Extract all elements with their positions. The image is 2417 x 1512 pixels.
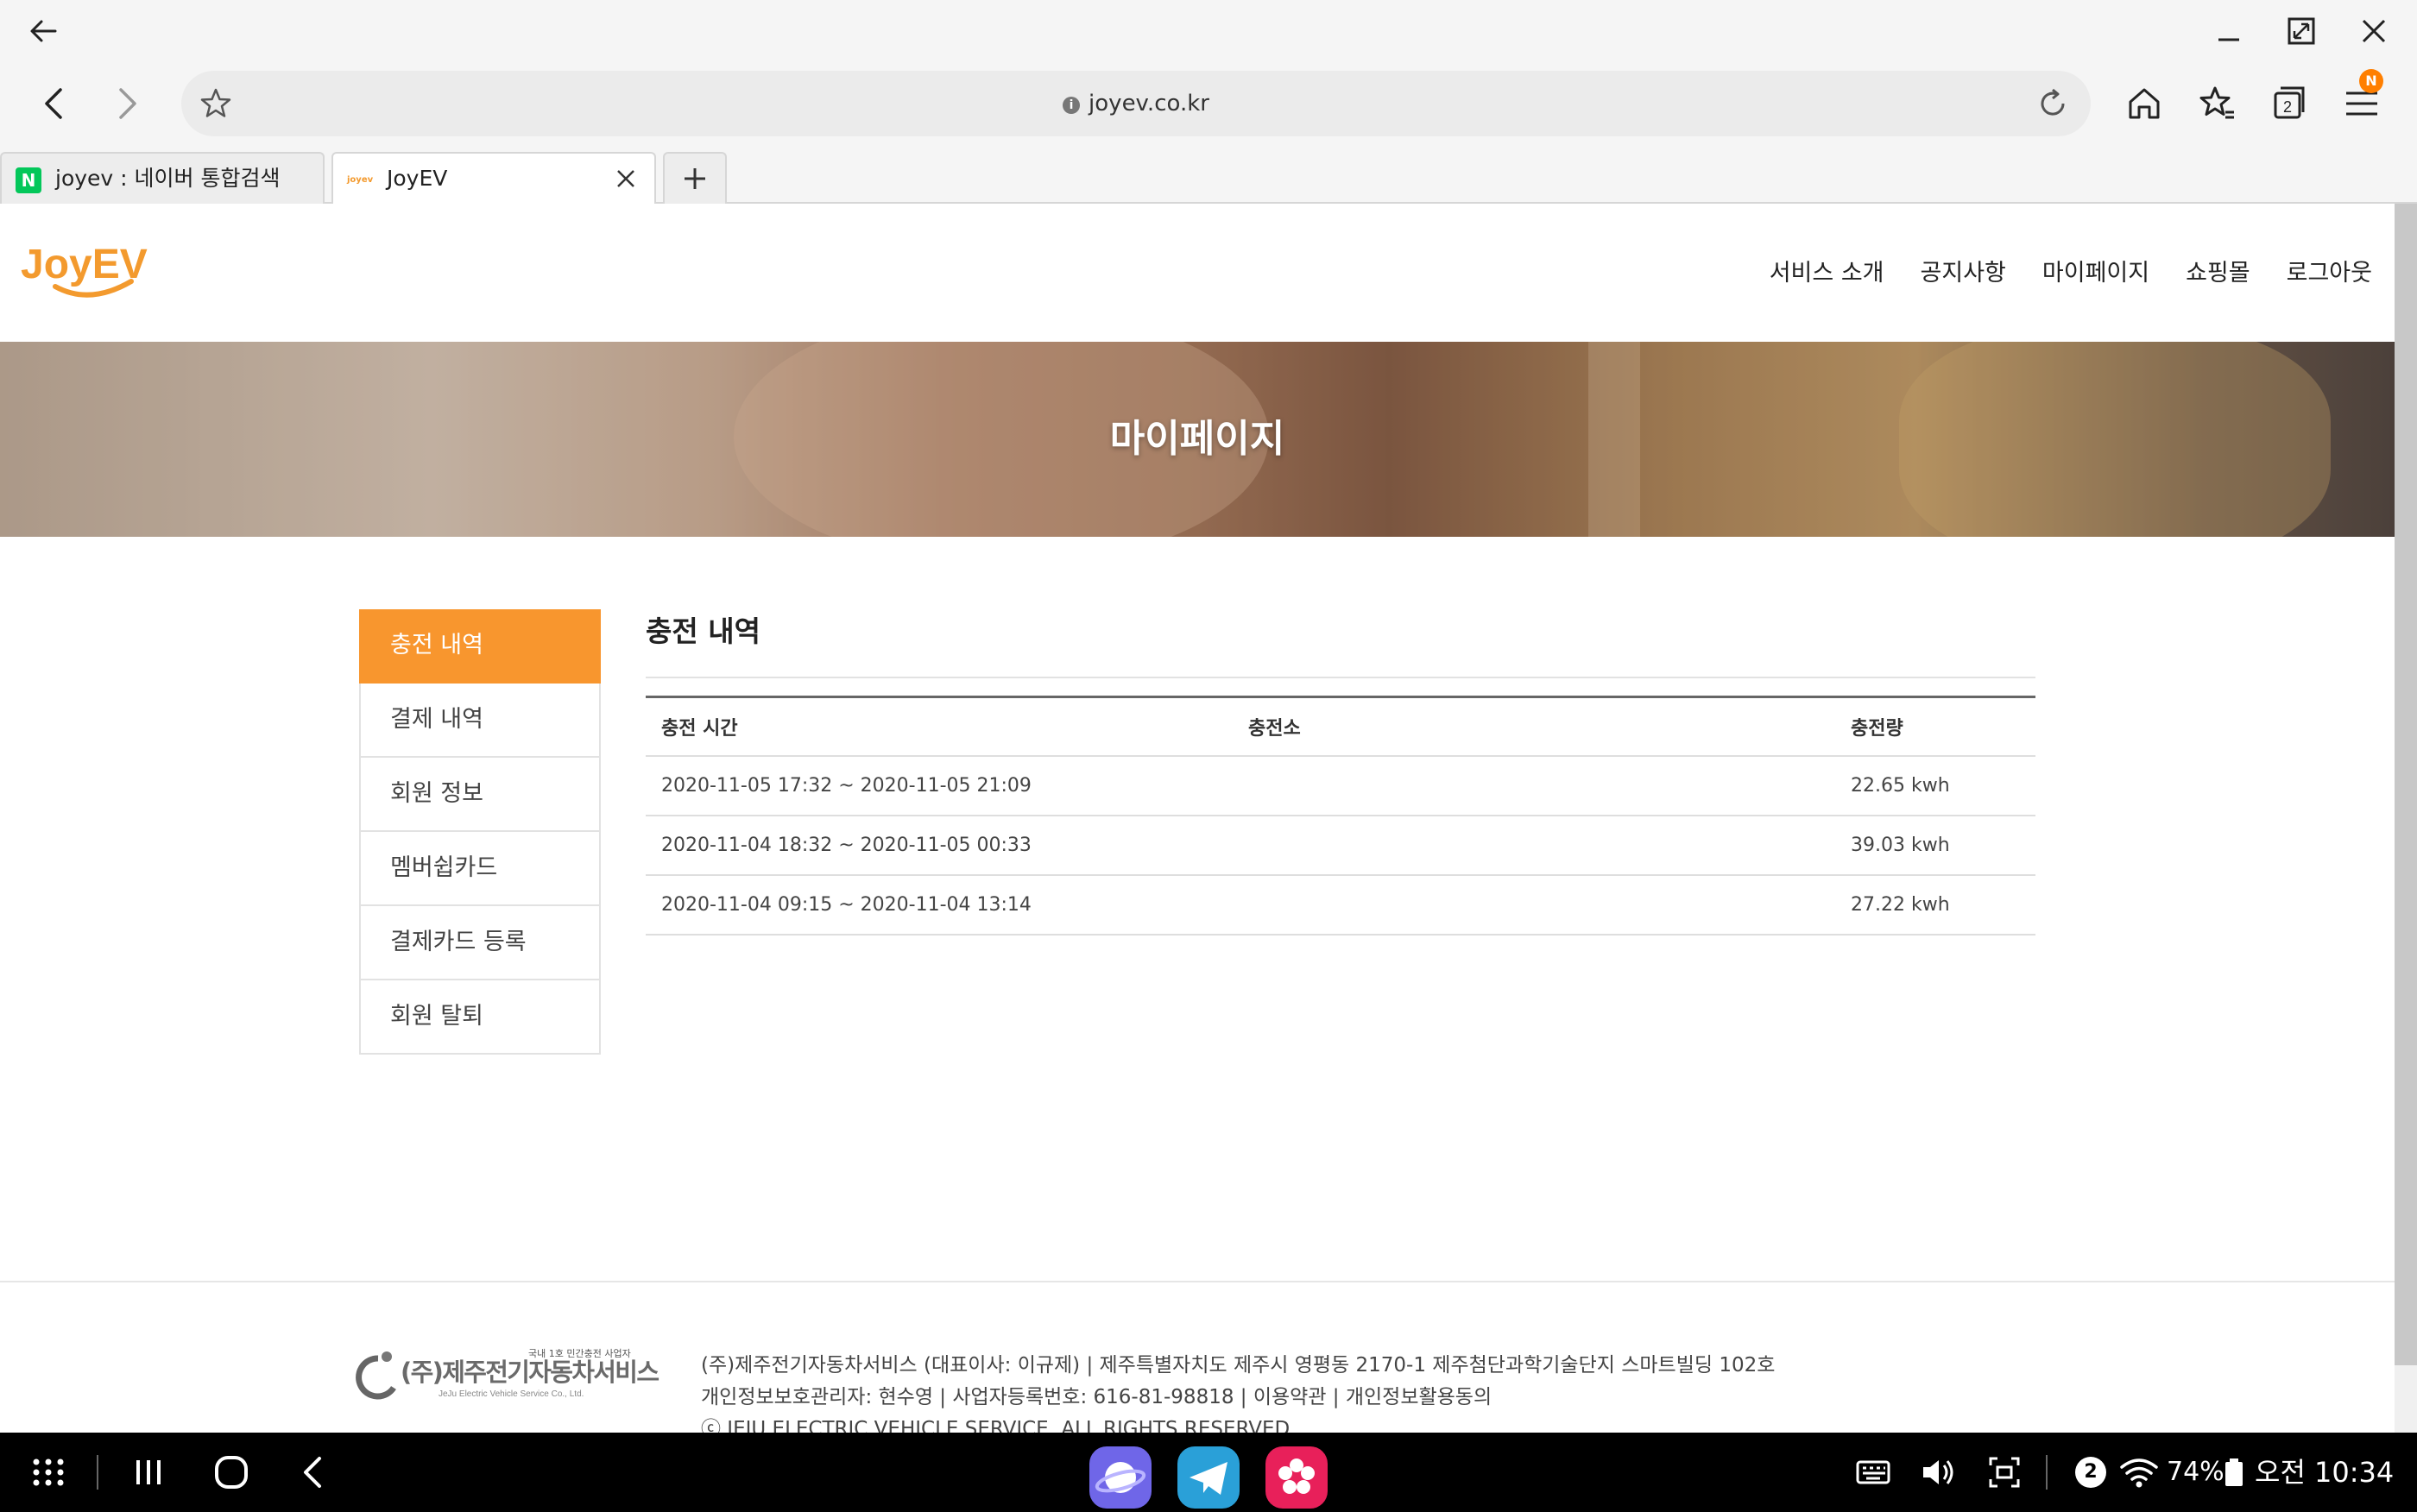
tabs-icon: 2 — [2274, 86, 2305, 119]
tab-label: joyev : 네이버 통합검색 — [55, 166, 281, 191]
site-header: JoyEV 서비스 소개 공지사항 마이페이지 쇼핑몰 로그아웃 — [0, 204, 2395, 342]
site-info-icon[interactable]: i — [1063, 97, 1081, 114]
table-row: 2020-11-05 17:32 ~ 2020-11-05 21:09 22.6… — [646, 755, 2035, 816]
reload-icon[interactable] — [2034, 85, 2072, 123]
back-icon[interactable] — [292, 1450, 337, 1495]
nav-back-icon[interactable] — [31, 79, 79, 128]
charging-history-section: 충전 내역 충전 시간 충전소 충전량 2020-11-05 17:32 ~ 2… — [646, 609, 2035, 936]
footer-info: (주)제주전기자동차서비스 (대표이사: 이규제) | 제주특별자치도 제주시 … — [701, 1350, 1775, 1433]
samsung-internet-app[interactable] — [1089, 1446, 1152, 1509]
blossom-app[interactable] — [1265, 1446, 1328, 1509]
cell-station — [1233, 755, 1835, 816]
joyev-favicon-icon: joyev — [347, 175, 374, 185]
nav-forward-icon[interactable] — [102, 79, 150, 128]
system-navigation-bar: 2 74% 오전 10:34 — [0, 1433, 2417, 1512]
main-nav: 서비스 소개 공지사항 마이페이지 쇼핑몰 로그아웃 — [1770, 254, 2372, 287]
restore-window-icon[interactable] — [2282, 12, 2320, 50]
footer-company-line: (주)제주전기자동차서비스 (대표이사: 이규제) | 제주특별자치도 제주시 … — [701, 1354, 1776, 1377]
paper-plane-icon — [1190, 1462, 1227, 1495]
minimize-icon[interactable] — [2210, 12, 2248, 50]
side-item-withdraw[interactable]: 회원 탈퇴 — [359, 980, 601, 1055]
nav-service-intro[interactable]: 서비스 소개 — [1770, 254, 1884, 287]
side-item-charging-history[interactable]: 충전 내역 — [359, 609, 601, 684]
url-text-wrap[interactable]: i joyev.co.kr — [181, 71, 2091, 136]
column-header-amount: 충전량 — [1835, 696, 2035, 757]
hero-title: 마이페이지 — [1109, 417, 1285, 461]
notification-badge: N — [2359, 69, 2383, 93]
cell-amount: 27.22 kwh — [1835, 874, 2035, 936]
tab-naver-search[interactable]: N joyev : 네이버 통합검색 — [0, 152, 325, 204]
nav-mypage[interactable]: 마이페이지 — [2042, 254, 2149, 287]
address-toolbar: i joyev.co.kr 2 — [0, 60, 2417, 147]
logo-main-text: (주)제주전기자동차서비스 — [401, 1358, 659, 1387]
close-window-icon[interactable] — [2355, 12, 2393, 50]
joyev-logo[interactable]: JoyEV — [21, 238, 159, 307]
nav-logout[interactable]: 로그아웃 — [2287, 254, 2372, 287]
cell-time: 2020-11-04 18:32 ~ 2020-11-05 00:33 — [646, 815, 1233, 876]
bookmarks-icon[interactable] — [2193, 79, 2241, 128]
side-item-register-payment-card[interactable]: 결제카드 등록 — [359, 906, 601, 980]
logo-sub-text: JeJu Electric Vehicle Service Co., Ltd. — [439, 1389, 584, 1399]
nav-shopping-mall[interactable]: 쇼핑몰 — [2186, 254, 2250, 287]
naver-favicon-icon: N — [16, 167, 41, 193]
table-header-row: 충전 시간 충전소 충전량 — [646, 696, 2035, 757]
home-page-icon[interactable] — [2120, 79, 2168, 128]
tab-label: JoyEV — [387, 166, 448, 191]
notification-count-badge[interactable]: 2 — [2075, 1457, 2106, 1488]
tab-count: 2 — [2283, 98, 2292, 116]
footer-copyright: ⓒ JEJU ELECTRIC VEHICLE SERVICE. ALL RIG… — [701, 1418, 1297, 1433]
flower-icon — [1278, 1458, 1315, 1494]
plus-icon — [685, 168, 705, 189]
hero-banner: 마이페이지 — [0, 342, 2395, 537]
new-tab-button[interactable] — [663, 152, 727, 204]
recents-icon[interactable] — [126, 1450, 171, 1495]
home-icon[interactable] — [209, 1450, 254, 1495]
browser-title-bar — [0, 0, 2417, 60]
telegram-app[interactable] — [1177, 1446, 1240, 1509]
url-text: joyev.co.kr — [1089, 91, 1209, 117]
screenshot-icon[interactable] — [1982, 1450, 2027, 1495]
apps-grid-icon[interactable] — [26, 1450, 71, 1495]
nav-divider — [97, 1455, 98, 1490]
tab-strip: N joyev : 네이버 통합검색 joyev JoyEV — [0, 147, 2417, 205]
side-item-member-info[interactable]: 회원 정보 — [359, 758, 601, 832]
tab-joyev[interactable]: joyev JoyEV — [331, 152, 656, 205]
url-bar[interactable]: i joyev.co.kr — [181, 71, 2091, 136]
company-logo: 국내 1호 민간충전 사업자 (주)제주전기자동차서비스 JeJu Electr… — [356, 1348, 659, 1400]
charging-history-table: 충전 시간 충전소 충전량 2020-11-05 17:32 ~ 2020-11… — [646, 696, 2035, 936]
battery-percent: 74% — [2167, 1457, 2225, 1487]
page-scrollbar[interactable] — [2395, 204, 2417, 1433]
volume-icon[interactable] — [1915, 1450, 1959, 1495]
cell-station — [1233, 874, 1835, 936]
tabs-manager-button[interactable]: 2 — [2265, 79, 2313, 128]
table-row: 2020-11-04 18:32 ~ 2020-11-05 00:33 39.0… — [646, 815, 2035, 876]
cell-time: 2020-11-05 17:32 ~ 2020-11-05 21:09 — [646, 755, 1233, 816]
column-header-time: 충전 시간 — [646, 696, 1233, 757]
mypage-side-menu: 충전 내역 결제 내역 회원 정보 멤버쉽카드 결제카드 등록 회원 탈퇴 — [359, 609, 601, 1055]
wifi-icon — [2120, 1458, 2158, 1488]
scrollbar-thumb[interactable] — [2395, 204, 2417, 1365]
cell-time: 2020-11-04 09:15 ~ 2020-11-04 13:14 — [646, 874, 1233, 936]
nav-notice[interactable]: 공지사항 — [1921, 254, 2006, 287]
cell-station — [1233, 815, 1835, 876]
internet-planet-icon — [1095, 1462, 1146, 1493]
back-arrow-icon[interactable] — [26, 14, 60, 48]
side-item-membership-card[interactable]: 멤버쉽카드 — [359, 832, 601, 906]
page-title: 충전 내역 — [646, 609, 2035, 678]
column-header-station: 충전소 — [1233, 696, 1835, 757]
clock: 오전 10:34 — [2255, 1456, 2395, 1489]
close-tab-icon[interactable] — [613, 166, 639, 192]
battery-icon — [2225, 1458, 2243, 1486]
table-row: 2020-11-04 09:15 ~ 2020-11-04 13:14 27.2… — [646, 874, 2035, 936]
side-item-payment-history[interactable]: 결제 내역 — [359, 684, 601, 758]
page-viewport: JoyEV 서비스 소개 공지사항 마이페이지 쇼핑몰 로그아웃 마이페이지 충… — [0, 204, 2395, 1433]
status-divider — [2046, 1455, 2048, 1490]
site-footer: 국내 1호 민간충전 사업자 (주)제주전기자동차서비스 JeJu Electr… — [0, 1281, 2395, 1433]
keyboard-icon[interactable] — [1851, 1450, 1896, 1495]
cell-amount: 22.65 kwh — [1835, 755, 2035, 816]
cell-amount: 39.03 kwh — [1835, 815, 2035, 876]
footer-policy-line[interactable]: 개인정보보호관리자: 현수영 | 사업자등록번호: 616-81-98818 |… — [701, 1382, 1775, 1414]
